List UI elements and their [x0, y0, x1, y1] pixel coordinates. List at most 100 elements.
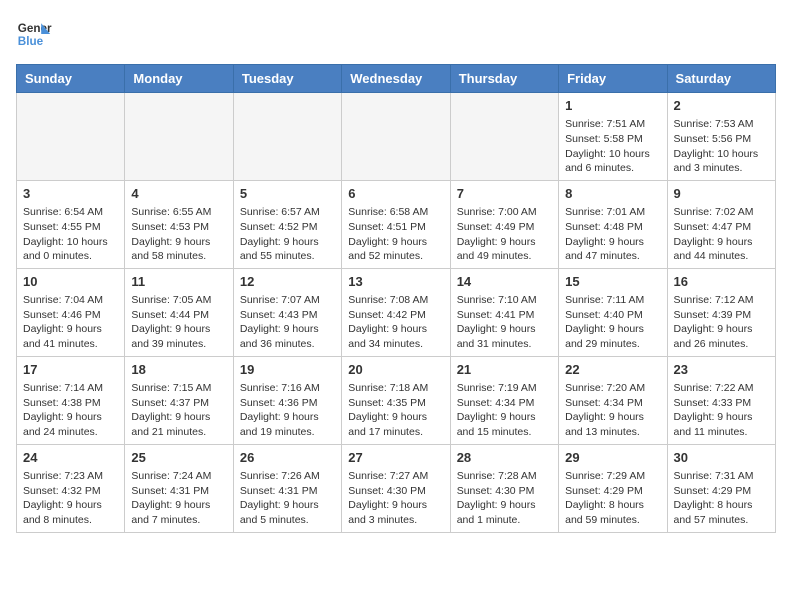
day-info: Sunrise: 7:23 AM Sunset: 4:32 PM Dayligh… [23, 469, 118, 528]
calendar-header-wednesday: Wednesday [342, 65, 450, 93]
day-info: Sunrise: 6:57 AM Sunset: 4:52 PM Dayligh… [240, 205, 335, 264]
day-number: 13 [348, 273, 443, 291]
day-info: Sunrise: 7:02 AM Sunset: 4:47 PM Dayligh… [674, 205, 769, 264]
day-info: Sunrise: 6:54 AM Sunset: 4:55 PM Dayligh… [23, 205, 118, 264]
day-info: Sunrise: 7:16 AM Sunset: 4:36 PM Dayligh… [240, 381, 335, 440]
day-info: Sunrise: 7:27 AM Sunset: 4:30 PM Dayligh… [348, 469, 443, 528]
day-number: 5 [240, 185, 335, 203]
day-number: 1 [565, 97, 660, 115]
calendar-cell: 18Sunrise: 7:15 AM Sunset: 4:37 PM Dayli… [125, 356, 233, 444]
week-row-1: 1 Sunrise: 7:51 AM Sunset: 5:58 PM Daylig… [17, 93, 776, 181]
calendar-cell: 13 Sunrise: 7:08 AM Sunset: 4:42 PM Dayli… [342, 268, 450, 356]
calendar-cell: 12 Sunrise: 7:07 AM Sunset: 4:43 PM Dayli… [233, 268, 341, 356]
day-number: 22 [565, 361, 660, 379]
day-number: 18 [131, 361, 226, 379]
day-number: 26 [240, 449, 335, 467]
day-number: 29 [565, 449, 660, 467]
calendar-cell: 17Sunrise: 7:14 AM Sunset: 4:38 PM Dayli… [17, 356, 125, 444]
calendar-cell: 21 Sunrise: 7:19 AM Sunset: 4:34 PM Dayli… [450, 356, 558, 444]
week-row-2: 3 Sunrise: 6:54 AM Sunset: 4:55 PM Daylig… [17, 180, 776, 268]
calendar-cell: 2 Sunrise: 7:53 AM Sunset: 5:56 PM Daylig… [667, 93, 775, 181]
calendar-cell: 28 Sunrise: 7:28 AM Sunset: 4:30 PM Dayli… [450, 444, 558, 532]
logo: General Blue [16, 16, 52, 52]
calendar-cell: 16 Sunrise: 7:12 AM Sunset: 4:39 PM Dayli… [667, 268, 775, 356]
day-info: Sunrise: 7:26 AM Sunset: 4:31 PM Dayligh… [240, 469, 335, 528]
calendar-cell: 5 Sunrise: 6:57 AM Sunset: 4:52 PM Daylig… [233, 180, 341, 268]
day-info: Sunrise: 7:53 AM Sunset: 5:56 PM Dayligh… [674, 117, 769, 176]
day-info: Sunrise: 7:14 AM Sunset: 4:38 PM Dayligh… [23, 381, 118, 440]
calendar-cell: 25 Sunrise: 7:24 AM Sunset: 4:31 PM Dayli… [125, 444, 233, 532]
day-number: 30 [674, 449, 769, 467]
day-info: Sunrise: 7:22 AM Sunset: 4:33 PM Dayligh… [674, 381, 769, 440]
calendar-cell: 29 Sunrise: 7:29 AM Sunset: 4:29 PM Dayli… [559, 444, 667, 532]
calendar-cell: 7 Sunrise: 7:00 AM Sunset: 4:49 PM Daylig… [450, 180, 558, 268]
day-number: 3 [23, 185, 118, 203]
day-number: 9 [674, 185, 769, 203]
calendar-cell: 23 Sunrise: 7:22 AM Sunset: 4:33 PM Dayli… [667, 356, 775, 444]
calendar-cell: 10 Sunrise: 7:04 AM Sunset: 4:46 PM Dayli… [17, 268, 125, 356]
calendar-cell: 30 Sunrise: 7:31 AM Sunset: 4:29 PM Dayli… [667, 444, 775, 532]
day-info: Sunrise: 6:55 AM Sunset: 4:53 PM Dayligh… [131, 205, 226, 264]
day-number: 27 [348, 449, 443, 467]
svg-text:Blue: Blue [18, 35, 44, 48]
day-number: 2 [674, 97, 769, 115]
calendar-header-monday: Monday [125, 65, 233, 93]
day-info: Sunrise: 7:28 AM Sunset: 4:30 PM Dayligh… [457, 469, 552, 528]
calendar-cell: 9 Sunrise: 7:02 AM Sunset: 4:47 PM Daylig… [667, 180, 775, 268]
day-info: Sunrise: 7:00 AM Sunset: 4:49 PM Dayligh… [457, 205, 552, 264]
day-info: Sunrise: 7:51 AM Sunset: 5:58 PM Dayligh… [565, 117, 660, 176]
day-number: 4 [131, 185, 226, 203]
day-number: 19 [240, 361, 335, 379]
calendar-table: SundayMondayTuesdayWednesdayThursdayFrid… [16, 64, 776, 533]
day-number: 28 [457, 449, 552, 467]
day-number: 10 [23, 273, 118, 291]
calendar-cell: 20Sunrise: 7:18 AM Sunset: 4:35 PM Dayli… [342, 356, 450, 444]
calendar-cell: 15 Sunrise: 7:11 AM Sunset: 4:40 PM Dayli… [559, 268, 667, 356]
calendar-cell [342, 93, 450, 181]
day-info: Sunrise: 7:20 AM Sunset: 4:34 PM Dayligh… [565, 381, 660, 440]
calendar-header-friday: Friday [559, 65, 667, 93]
day-number: 11 [131, 273, 226, 291]
day-info: Sunrise: 7:24 AM Sunset: 4:31 PM Dayligh… [131, 469, 226, 528]
week-row-5: 24 Sunrise: 7:23 AM Sunset: 4:32 PM Dayli… [17, 444, 776, 532]
day-number: 21 [457, 361, 552, 379]
day-number: 24 [23, 449, 118, 467]
calendar-cell [17, 93, 125, 181]
header: General Blue [16, 16, 776, 52]
day-number: 12 [240, 273, 335, 291]
day-number: 23 [674, 361, 769, 379]
calendar-cell: 14Sunrise: 7:10 AM Sunset: 4:41 PM Dayli… [450, 268, 558, 356]
day-number: 7 [457, 185, 552, 203]
day-info: Sunrise: 7:11 AM Sunset: 4:40 PM Dayligh… [565, 293, 660, 352]
day-info: Sunrise: 7:05 AM Sunset: 4:44 PM Dayligh… [131, 293, 226, 352]
day-info: Sunrise: 7:31 AM Sunset: 4:29 PM Dayligh… [674, 469, 769, 528]
day-info: Sunrise: 7:18 AM Sunset: 4:35 PM Dayligh… [348, 381, 443, 440]
calendar-header-row: SundayMondayTuesdayWednesdayThursdayFrid… [17, 65, 776, 93]
calendar-cell [233, 93, 341, 181]
day-info: Sunrise: 6:58 AM Sunset: 4:51 PM Dayligh… [348, 205, 443, 264]
day-info: Sunrise: 7:04 AM Sunset: 4:46 PM Dayligh… [23, 293, 118, 352]
calendar-cell: 6Sunrise: 6:58 AM Sunset: 4:51 PM Daylig… [342, 180, 450, 268]
day-info: Sunrise: 7:19 AM Sunset: 4:34 PM Dayligh… [457, 381, 552, 440]
calendar-header-thursday: Thursday [450, 65, 558, 93]
calendar-body: 1 Sunrise: 7:51 AM Sunset: 5:58 PM Daylig… [17, 93, 776, 533]
day-number: 15 [565, 273, 660, 291]
day-number: 16 [674, 273, 769, 291]
week-row-3: 10 Sunrise: 7:04 AM Sunset: 4:46 PM Dayli… [17, 268, 776, 356]
calendar-cell: 8Sunrise: 7:01 AM Sunset: 4:48 PM Daylig… [559, 180, 667, 268]
calendar-cell: 11 Sunrise: 7:05 AM Sunset: 4:44 PM Dayli… [125, 268, 233, 356]
day-info: Sunrise: 7:10 AM Sunset: 4:41 PM Dayligh… [457, 293, 552, 352]
day-info: Sunrise: 7:08 AM Sunset: 4:42 PM Dayligh… [348, 293, 443, 352]
day-info: Sunrise: 7:07 AM Sunset: 4:43 PM Dayligh… [240, 293, 335, 352]
calendar-cell: 19 Sunrise: 7:16 AM Sunset: 4:36 PM Dayli… [233, 356, 341, 444]
calendar-cell [125, 93, 233, 181]
calendar-cell: 26 Sunrise: 7:26 AM Sunset: 4:31 PM Dayli… [233, 444, 341, 532]
day-info: Sunrise: 7:01 AM Sunset: 4:48 PM Dayligh… [565, 205, 660, 264]
calendar-cell [450, 93, 558, 181]
day-info: Sunrise: 7:12 AM Sunset: 4:39 PM Dayligh… [674, 293, 769, 352]
calendar-header-saturday: Saturday [667, 65, 775, 93]
week-row-4: 17Sunrise: 7:14 AM Sunset: 4:38 PM Dayli… [17, 356, 776, 444]
calendar-cell: 27 Sunrise: 7:27 AM Sunset: 4:30 PM Dayli… [342, 444, 450, 532]
day-number: 25 [131, 449, 226, 467]
day-info: Sunrise: 7:29 AM Sunset: 4:29 PM Dayligh… [565, 469, 660, 528]
